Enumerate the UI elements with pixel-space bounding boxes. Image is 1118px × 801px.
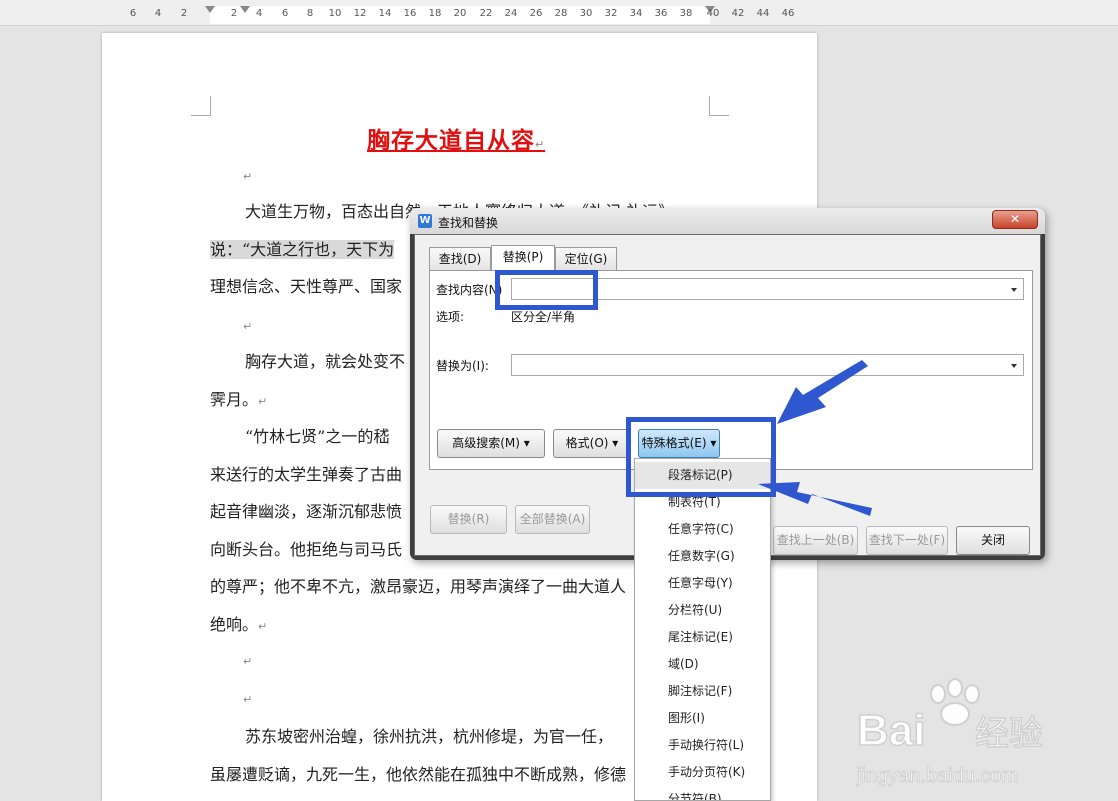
ruler-tick-label: 32: [604, 8, 618, 19]
menu-item-endnote-mark[interactable]: 尾注标记(E): [635, 624, 770, 651]
menu-item-column-break[interactable]: 分栏符(U): [635, 597, 770, 624]
baidu-jingyan-watermark: Bai 经验 jingyan.baidu.com: [855, 678, 1105, 788]
chevron-down-icon[interactable]: [1011, 288, 1017, 292]
doc-line-10[interactable]: 的尊严；他不卑不亢，激昂豪迈，用琴声演绎了一曲大道人: [210, 573, 626, 597]
left-indent-marker[interactable]: [205, 6, 215, 13]
svg-text:经验: 经验: [975, 714, 1043, 754]
margin-corner-top-left: [191, 96, 211, 116]
menu-item-any-letter[interactable]: 任意字母(Y): [635, 570, 770, 597]
options-value: 区分全/半角: [511, 310, 576, 324]
doc-line-2[interactable]: 说：“大道之行也，天下为: [210, 236, 395, 260]
doc-line-7[interactable]: 来送行的太学生弹奏了古曲: [210, 461, 402, 485]
menu-item-manual-page-break[interactable]: 手动分页符(K): [635, 759, 770, 786]
baidu-paw-logo: Bai 经验 jingyan.baidu.com: [856, 678, 1044, 788]
find-previous-button[interactable]: 查找上一处(B): [773, 526, 858, 555]
ruler-tick-label: 6: [281, 8, 289, 19]
paragraph-mark: ↵: [243, 170, 253, 183]
format-button[interactable]: 格式(O) ▾: [553, 429, 631, 458]
document-title[interactable]: 胸存大道自从容↵: [367, 121, 545, 155]
svg-text:jingyan.baidu.com: jingyan.baidu.com: [856, 765, 1018, 787]
doc-line-11[interactable]: 绝响。↵: [210, 611, 267, 635]
horizontal-ruler[interactable]: 6 4 2 2 4 6 8 10 12 14 16 18 20 22 24 26 28 30 32 34 36 38 40 4…: [0, 0, 1118, 30]
ruler-tick-label: 4: [255, 8, 263, 19]
ruler-tick-label: 16: [403, 8, 417, 19]
ruler-tick-label: 36: [654, 8, 668, 19]
replace-with-label: 替换为(I):: [436, 359, 489, 373]
replace-with-input[interactable]: [511, 354, 1024, 376]
replace-button[interactable]: 替换(R): [430, 505, 507, 534]
tab-goto[interactable]: 定位(G): [555, 247, 617, 270]
menu-item-manual-line-break[interactable]: 手动换行符(L): [635, 732, 770, 759]
menu-item-any-char[interactable]: 任意字符(C): [635, 516, 770, 543]
doc-line-9[interactable]: 向断头台。他拒绝与司马氏: [210, 536, 402, 560]
ruler-tick-label: 18: [428, 8, 442, 19]
find-next-button[interactable]: 查找下一处(F): [866, 526, 948, 555]
annotation-highlight-find-input: [495, 270, 598, 310]
ruler-tick-label: 24: [504, 8, 518, 19]
paragraph-mark: ↵: [243, 693, 253, 706]
advanced-search-button[interactable]: 高级搜索(M) ▾: [437, 429, 545, 458]
ruler-tick-label: 8: [306, 8, 314, 19]
doc-line-6[interactable]: “竹林七贤”之一的嵇: [245, 423, 389, 447]
ruler-tick-label: 26: [529, 8, 543, 19]
svg-text:Bai: Bai: [857, 706, 925, 755]
replace-all-button[interactable]: 全部替换(A): [515, 505, 590, 534]
menu-item-graphic[interactable]: 图形(I): [635, 705, 770, 732]
paragraph-mark: ↵: [243, 655, 253, 668]
doc-line-12[interactable]: 苏东坡密州治蝗，徐州抗洪，杭州修堤，为官一任，: [245, 723, 613, 747]
doc-line-13[interactable]: 虽屡遭贬谪，九死一生，他依然能在孤独中不断成熟，修德: [210, 761, 626, 785]
doc-line-5[interactable]: 霁月。↵: [210, 386, 267, 410]
close-icon[interactable]: ✕: [992, 210, 1038, 229]
ruler-tick-label: 2: [180, 8, 188, 19]
menu-item-section-break[interactable]: 分节符(B): [635, 786, 770, 800]
ruler-tick-label: 40: [706, 8, 720, 19]
doc-line-8[interactable]: 起音律幽淡，逐渐沉郁悲愤: [210, 498, 402, 522]
ruler-tick-label: 22: [479, 8, 493, 19]
ruler-tick-label: 30: [579, 8, 593, 19]
wps-app-icon: W: [418, 214, 432, 228]
ruler-tick-label: 4: [154, 8, 162, 19]
ruler-tick-label: 46: [781, 8, 795, 19]
ruler-tick-label: 28: [554, 8, 568, 19]
ruler-tick-label: 42: [731, 8, 745, 19]
paragraph-mark: ↵: [243, 320, 253, 333]
ruler-tick-label: 6: [129, 8, 137, 19]
close-button[interactable]: 关闭: [956, 526, 1030, 555]
annotation-highlight-special-format: [626, 417, 776, 497]
tab-find[interactable]: 查找(D): [429, 247, 491, 270]
margin-corner-top-right: [709, 96, 729, 116]
ruler-tick-label: 34: [629, 8, 643, 19]
menu-item-any-digit[interactable]: 任意数字(G): [635, 543, 770, 570]
special-format-menu[interactable]: 段落标记(P) 制表符(T) 任意字符(C) 任意数字(G) 任意字母(Y) 分…: [634, 458, 771, 801]
find-content-label: 查找内容(N): [436, 283, 503, 297]
doc-line-3[interactable]: 理想信念、天性尊严、国家: [210, 273, 402, 297]
menu-item-footnote-mark[interactable]: 脚注标记(F): [635, 678, 770, 705]
dialog-titlebar[interactable]: W 查找和替换 ✕: [410, 208, 1045, 234]
ruler-tick-label: 14: [378, 8, 392, 19]
chevron-down-icon[interactable]: [1011, 364, 1017, 368]
ruler-tick-label: 10: [328, 8, 342, 19]
ruler-tick-label: 2: [230, 8, 238, 19]
ruler-tick-label: 12: [353, 8, 367, 19]
ruler-tick-label: 20: [453, 8, 467, 19]
menu-item-field[interactable]: 域(D): [635, 651, 770, 678]
ruler-tick-label: 38: [679, 8, 693, 19]
dialog-title: 查找和替换: [438, 216, 499, 230]
tab-replace[interactable]: 替换(P): [491, 245, 555, 270]
doc-line-4[interactable]: 胸存大道，就会处变不: [245, 348, 405, 372]
options-label: 选项:: [436, 310, 465, 324]
ruler-tick-label: 44: [756, 8, 770, 19]
